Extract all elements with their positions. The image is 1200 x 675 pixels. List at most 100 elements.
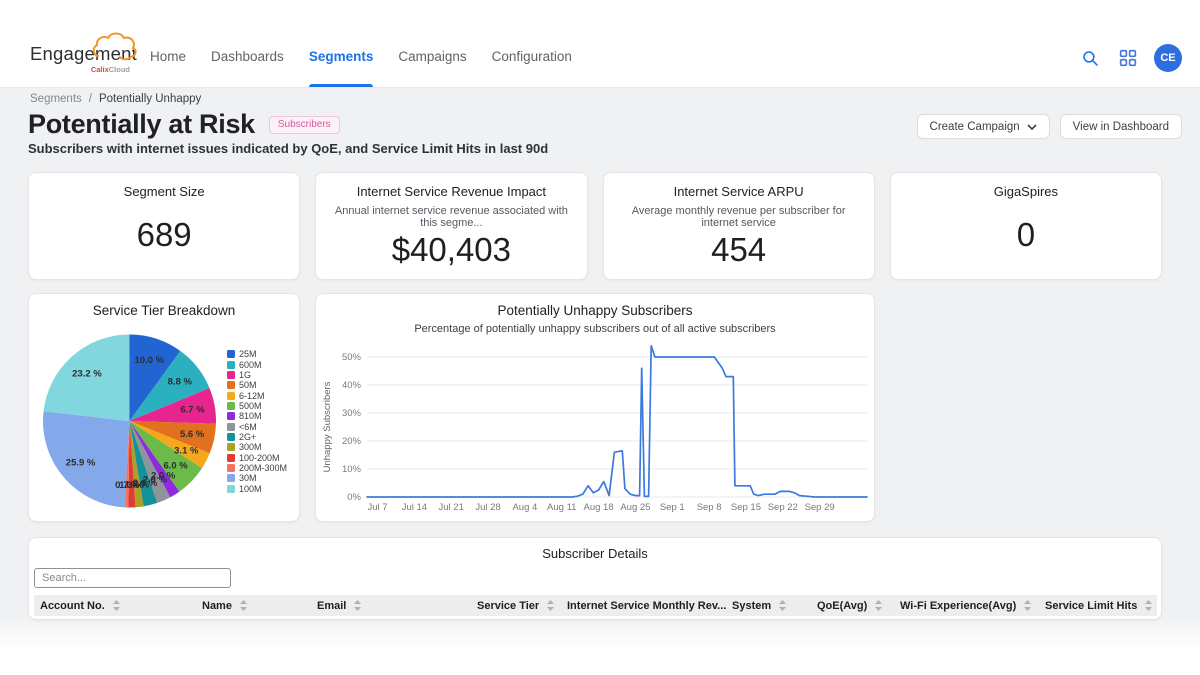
view-in-dashboard-button[interactable]: View in Dashboard: [1060, 114, 1182, 139]
unhappy-subscribers-line-chart: 0%10%20%30%40%50%Jul 7Jul 14Jul 21Jul 28…: [316, 336, 876, 519]
legend-item-600M: 600M: [227, 359, 287, 369]
x-tick-label: Aug 25: [620, 502, 650, 513]
nav-item-campaigns[interactable]: Campaigns: [398, 29, 466, 87]
y-tick-label: 0%: [347, 492, 361, 503]
nav-item-dashboards[interactable]: Dashboards: [211, 29, 284, 87]
metric-card-gigaspires: GigaSpires0: [890, 172, 1162, 280]
legend-swatch: [227, 361, 235, 369]
sort-icon: [1145, 600, 1152, 611]
pie-label: 5.6 %: [180, 429, 205, 440]
legend-item-<6M: <6M: [227, 421, 287, 431]
logo-sub-brand: CalixCloud: [91, 65, 130, 74]
sort-icon: [240, 600, 247, 611]
legend-swatch: [227, 371, 235, 379]
column-label: Internet Service Monthly Rev...: [567, 600, 726, 612]
legend-label: <6M: [239, 422, 257, 432]
legend-label: 25M: [239, 349, 257, 359]
x-tick-label: Sep 22: [768, 502, 798, 513]
nav-right: CE: [1078, 29, 1182, 87]
y-tick-label: 20%: [342, 436, 362, 447]
x-tick-label: Sep 1: [660, 502, 685, 513]
legend-label: 1G: [239, 370, 251, 380]
column-header-email[interactable]: Email: [311, 600, 471, 612]
metric-title: Internet Service ARPU: [604, 184, 874, 199]
pie-label: 8.8 %: [168, 377, 193, 388]
x-tick-label: Aug 18: [584, 502, 614, 513]
breadcrumb: Segments / Potentially Unhappy: [30, 93, 201, 105]
legend-swatch: [227, 381, 235, 389]
column-label: System: [732, 600, 771, 612]
legend-item-30M: 30M: [227, 473, 287, 483]
column-header-wi-fi-experience-avg-[interactable]: Wi-Fi Experience(Avg): [894, 600, 1039, 612]
legend-swatch: [227, 433, 235, 441]
metric-card-segment-size: Segment Size689: [28, 172, 300, 280]
column-header-qoe-avg-[interactable]: QoE(Avg): [811, 600, 894, 612]
legend-swatch: [227, 474, 235, 482]
main-content: Segments / Potentially Unhappy Potential…: [0, 88, 1200, 675]
y-axis-label: Unhappy Subscribers: [322, 381, 333, 472]
y-tick-label: 40%: [342, 380, 362, 391]
legend-item-6-12M: 6-12M: [227, 390, 287, 400]
subscribers-badge: Subscribers: [269, 116, 340, 134]
legend-item-25M: 25M: [227, 349, 287, 359]
sort-icon: [779, 600, 786, 611]
nav-item-home[interactable]: Home: [150, 29, 186, 87]
legend-swatch: [227, 423, 235, 431]
metric-value: 454: [604, 229, 874, 279]
legend-item-500M: 500M: [227, 401, 287, 411]
breadcrumb-separator: /: [89, 93, 92, 105]
column-header-internet-service-monthly-rev-[interactable]: Internet Service Monthly Rev...: [561, 600, 726, 612]
table-search-input[interactable]: [34, 568, 231, 588]
legend-swatch: [227, 485, 235, 493]
column-header-system[interactable]: System: [726, 600, 811, 612]
sort-icon: [875, 600, 882, 611]
pie-label: 0.7 %: [115, 480, 140, 491]
legend-label: 6-12M: [239, 391, 265, 401]
legend-swatch: [227, 402, 235, 410]
column-header-name[interactable]: Name: [196, 600, 311, 612]
view-in-dashboard-label: View in Dashboard: [1073, 121, 1169, 133]
subscriber-details-card: Subscriber Details Account No.NameEmailS…: [28, 537, 1162, 620]
user-avatar[interactable]: CE: [1154, 44, 1182, 72]
legend-label: 50M: [239, 380, 257, 390]
column-header-service-limit-hits[interactable]: Service Limit Hits: [1039, 600, 1152, 612]
unhappy-subscribers-line: [367, 346, 867, 497]
pie-label: 23.2 %: [72, 368, 102, 379]
app-grid-icon[interactable]: [1116, 46, 1140, 70]
create-campaign-button[interactable]: Create Campaign: [917, 114, 1050, 139]
x-tick-label: Sep 29: [805, 502, 835, 513]
legend-item-50M: 50M: [227, 380, 287, 390]
legend-label: 2G+: [239, 432, 256, 442]
legend-swatch: [227, 464, 235, 472]
column-label: Service Tier: [477, 600, 539, 612]
column-label: Email: [317, 600, 346, 612]
x-tick-label: Sep 8: [697, 502, 722, 513]
legend-label: 300M: [239, 442, 262, 452]
search-icon[interactable]: [1078, 46, 1102, 70]
sort-icon: [113, 600, 120, 611]
column-label: QoE(Avg): [817, 600, 867, 612]
engagement-logo[interactable]: Engagement CalixCloud: [30, 29, 126, 87]
legend-label: 30M: [239, 473, 257, 483]
cloud-logo-icon: [90, 30, 138, 64]
legend-item-100-200M: 100-200M: [227, 452, 287, 462]
x-tick-label: Jul 28: [475, 502, 500, 513]
y-tick-label: 10%: [342, 464, 362, 475]
page-title: Potentially at Risk: [28, 109, 255, 140]
nav-items: Home Dashboards Segments Campaigns Configura…: [150, 29, 572, 87]
service-tier-breakdown-card: Service Tier Breakdown 10.0 %8.8 %6.7 %5…: [28, 293, 300, 522]
column-header-service-tier[interactable]: Service Tier: [471, 600, 561, 612]
table-header-row: Account No.Name Email Service Tier Internet…: [34, 595, 1157, 616]
breadcrumb-current: Potentially Unhappy: [99, 93, 201, 105]
nav-item-configuration[interactable]: Configuration: [492, 29, 572, 87]
metric-title: GigaSpires: [891, 184, 1161, 199]
page-subtitle: Subscribers with internet issues indicat…: [28, 141, 548, 156]
column-label: Service Limit Hits: [1045, 600, 1137, 612]
pie-label: 10.0 %: [135, 355, 165, 366]
nav-item-segments[interactable]: Segments: [309, 29, 374, 87]
legend-item-300M: 300M: [227, 442, 287, 452]
legend-label: 100-200M: [239, 453, 280, 463]
metric-value: 689: [29, 199, 299, 279]
breadcrumb-parent[interactable]: Segments: [30, 93, 82, 105]
column-header-account-no-[interactable]: Account No.: [34, 600, 196, 612]
